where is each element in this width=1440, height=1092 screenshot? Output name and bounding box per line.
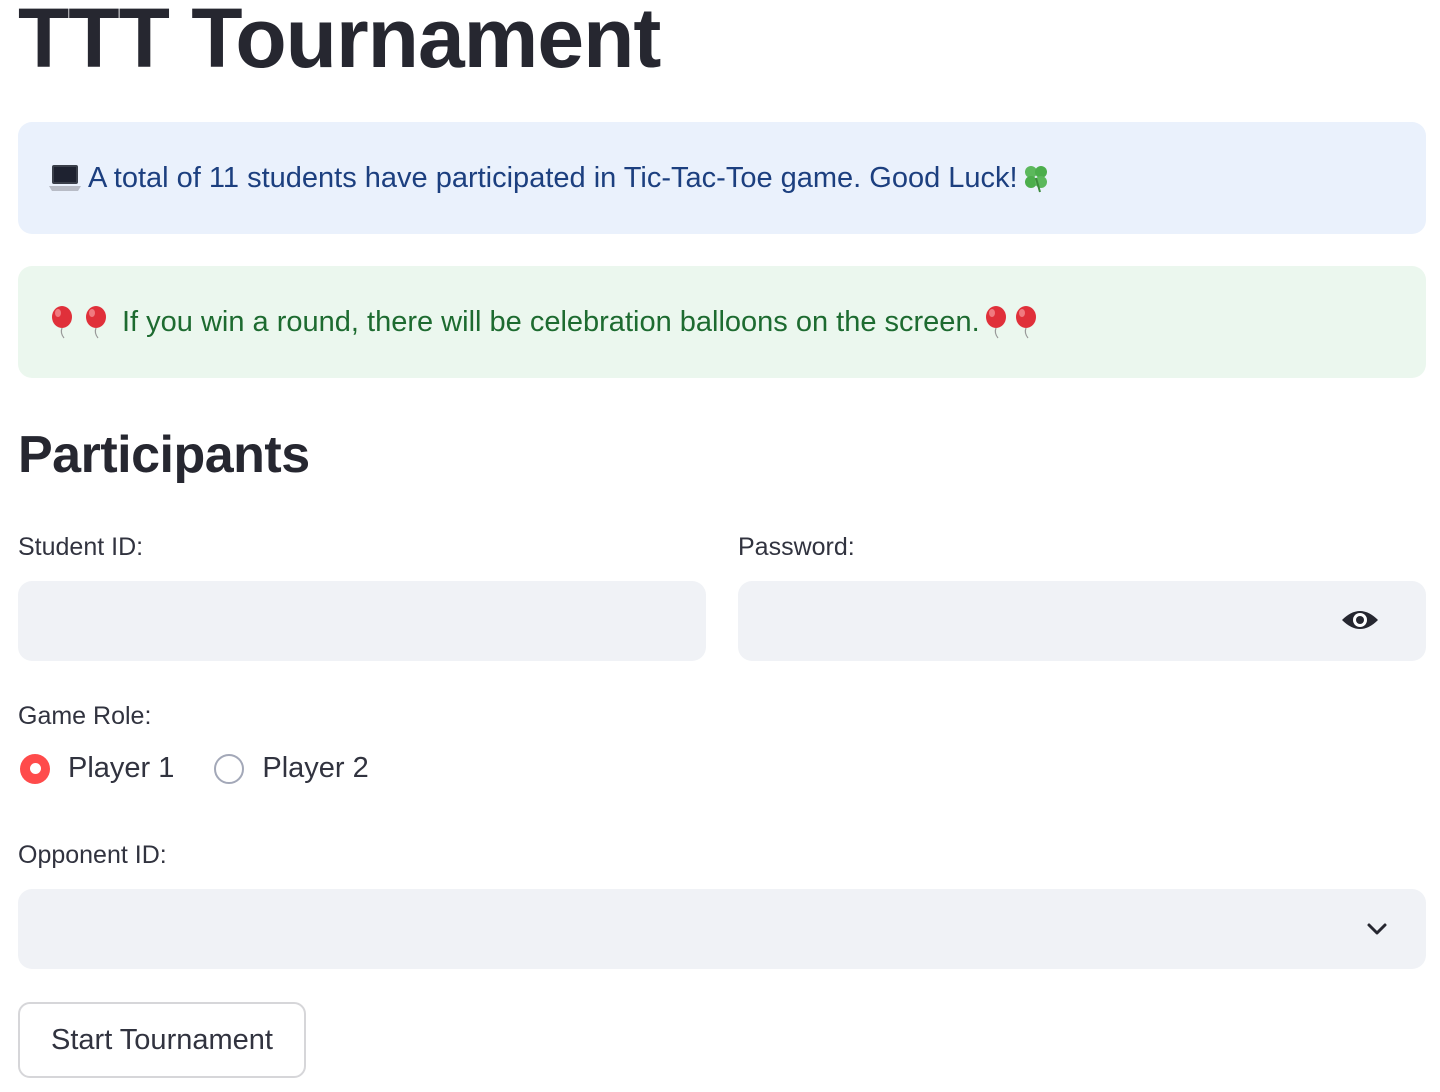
- radio-player-2[interactable]: Player 2: [214, 752, 369, 785]
- student-id-input[interactable]: [18, 581, 706, 661]
- start-tournament-button[interactable]: Start Tournament: [18, 1002, 306, 1078]
- game-role-label: Game Role:: [18, 702, 152, 730]
- balloon-icon: [1012, 305, 1040, 339]
- page-title: TTT Tournament: [18, 0, 661, 85]
- password-input[interactable]: [738, 581, 1426, 661]
- radio-label-player-1: Player 1: [68, 752, 175, 784]
- section-title-participants: Participants: [18, 426, 310, 484]
- four-leaf-clover-icon: [1020, 162, 1052, 194]
- radio-label-player-2: Player 2: [262, 752, 369, 784]
- student-id-label: Student ID:: [18, 533, 144, 561]
- radio-selected-indicator: [20, 753, 50, 784]
- laptop-icon: [48, 162, 82, 194]
- balloon-icon: [48, 305, 76, 339]
- eye-icon: [1340, 606, 1380, 639]
- info-alert: A total of 11 students have participated…: [18, 122, 1426, 234]
- info-alert-text: A total of 11 students have participated…: [88, 161, 1018, 194]
- radio-unselected-indicator: [214, 753, 245, 784]
- chevron-down-icon: [1366, 922, 1388, 936]
- success-alert-text: If you win a round, there will be celebr…: [122, 305, 980, 338]
- opponent-id-label: Opponent ID:: [18, 841, 167, 869]
- success-alert: If you win a round, there will be celebr…: [18, 266, 1426, 378]
- opponent-id-select[interactable]: [18, 889, 1426, 969]
- game-role-radio-group: Player 1 Player 2: [20, 752, 409, 785]
- balloon-icon: [82, 305, 110, 339]
- balloon-icon: [982, 305, 1010, 339]
- radio-player-1[interactable]: Player 1: [20, 752, 174, 785]
- show-password-button[interactable]: [1334, 604, 1386, 640]
- password-label: Password:: [738, 533, 855, 561]
